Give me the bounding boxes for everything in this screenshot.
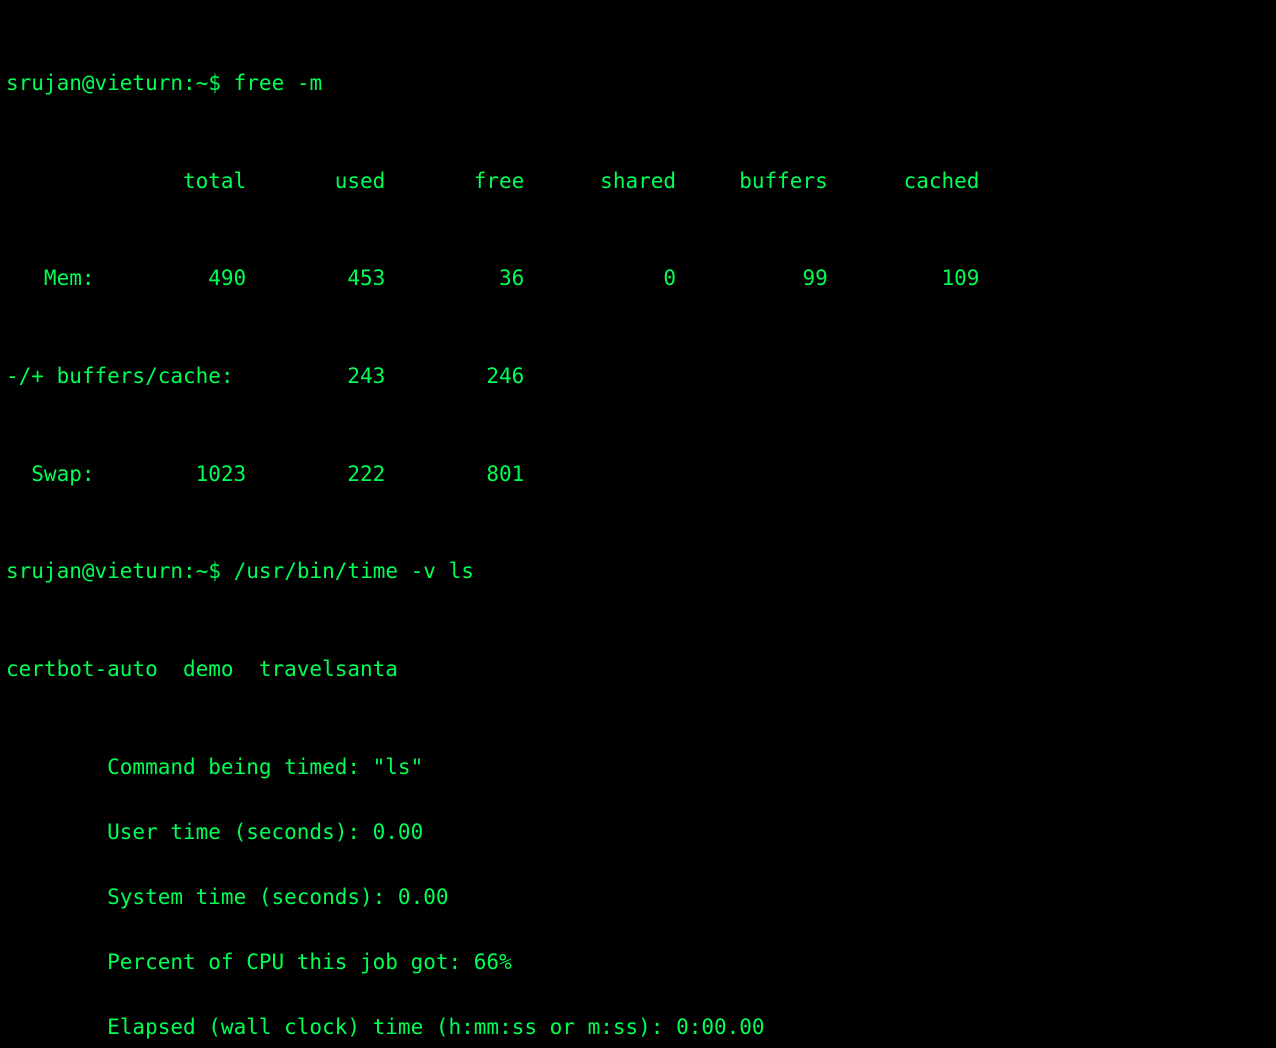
prompt-userhost: srujan@vieturn bbox=[6, 71, 183, 95]
hdr-shared: shared bbox=[524, 165, 676, 198]
command-free: free -m bbox=[234, 71, 323, 95]
prompt-line-1: srujan@vieturn:~$ free -m bbox=[6, 67, 1270, 100]
free-mem-row: Mem:49045336099109 bbox=[6, 262, 1270, 295]
ls-item: certbot-auto bbox=[6, 657, 158, 681]
hdr-free: free bbox=[385, 165, 524, 198]
ls-output: certbot-auto demo travelsanta bbox=[6, 653, 1270, 686]
free-swap-row: Swap:1023222801 bbox=[6, 458, 1270, 491]
time-line: User time (seconds): 0.00 bbox=[6, 816, 1270, 849]
swap-label: Swap: bbox=[6, 458, 95, 491]
hdr-buffers: buffers bbox=[676, 165, 828, 198]
time-line: System time (seconds): 0.00 bbox=[6, 881, 1270, 914]
mem-total: 490 bbox=[95, 262, 247, 295]
swap-free: 801 bbox=[385, 458, 524, 491]
time-line: Percent of CPU this job got: 66% bbox=[6, 946, 1270, 979]
prompt-sep: : bbox=[183, 559, 196, 583]
command-time-ls: /usr/bin/time -v ls bbox=[234, 559, 474, 583]
free-header-row: totalusedfreesharedbufferscached bbox=[6, 165, 1270, 198]
prompt-sigil: $ bbox=[208, 71, 221, 95]
time-line: Command being timed: "ls" bbox=[6, 751, 1270, 784]
swap-total: 1023 bbox=[95, 458, 247, 491]
mem-cached: 109 bbox=[828, 262, 980, 295]
prompt-path: ~ bbox=[196, 559, 209, 583]
mem-used: 453 bbox=[246, 262, 385, 295]
ls-item: travelsanta bbox=[259, 657, 398, 681]
prompt-line-2: srujan@vieturn:~$ /usr/bin/time -v ls bbox=[6, 555, 1270, 588]
prompt-sep: : bbox=[183, 71, 196, 95]
free-buffers-row: -/+ buffers/cache:243246 bbox=[6, 360, 1270, 393]
prompt-path: ~ bbox=[196, 71, 209, 95]
buf-label: -/+ buffers/cache: bbox=[6, 360, 234, 393]
time-line: Elapsed (wall clock) time (h:mm:ss or m:… bbox=[6, 1011, 1270, 1044]
mem-free: 36 bbox=[385, 262, 524, 295]
buf-used: 243 bbox=[234, 360, 386, 393]
hdr-cached: cached bbox=[828, 165, 980, 198]
hdr-used: used bbox=[246, 165, 385, 198]
prompt-userhost: srujan@vieturn bbox=[6, 559, 183, 583]
swap-used: 222 bbox=[246, 458, 385, 491]
terminal-window[interactable]: srujan@vieturn:~$ free -m totalusedfrees… bbox=[0, 0, 1276, 1048]
mem-shared: 0 bbox=[524, 262, 676, 295]
prompt-sigil: $ bbox=[208, 559, 221, 583]
hdr-total: total bbox=[95, 165, 247, 198]
ls-item: demo bbox=[183, 657, 234, 681]
buf-free: 246 bbox=[385, 360, 524, 393]
mem-buffers: 99 bbox=[676, 262, 828, 295]
mem-label: Mem: bbox=[6, 262, 95, 295]
